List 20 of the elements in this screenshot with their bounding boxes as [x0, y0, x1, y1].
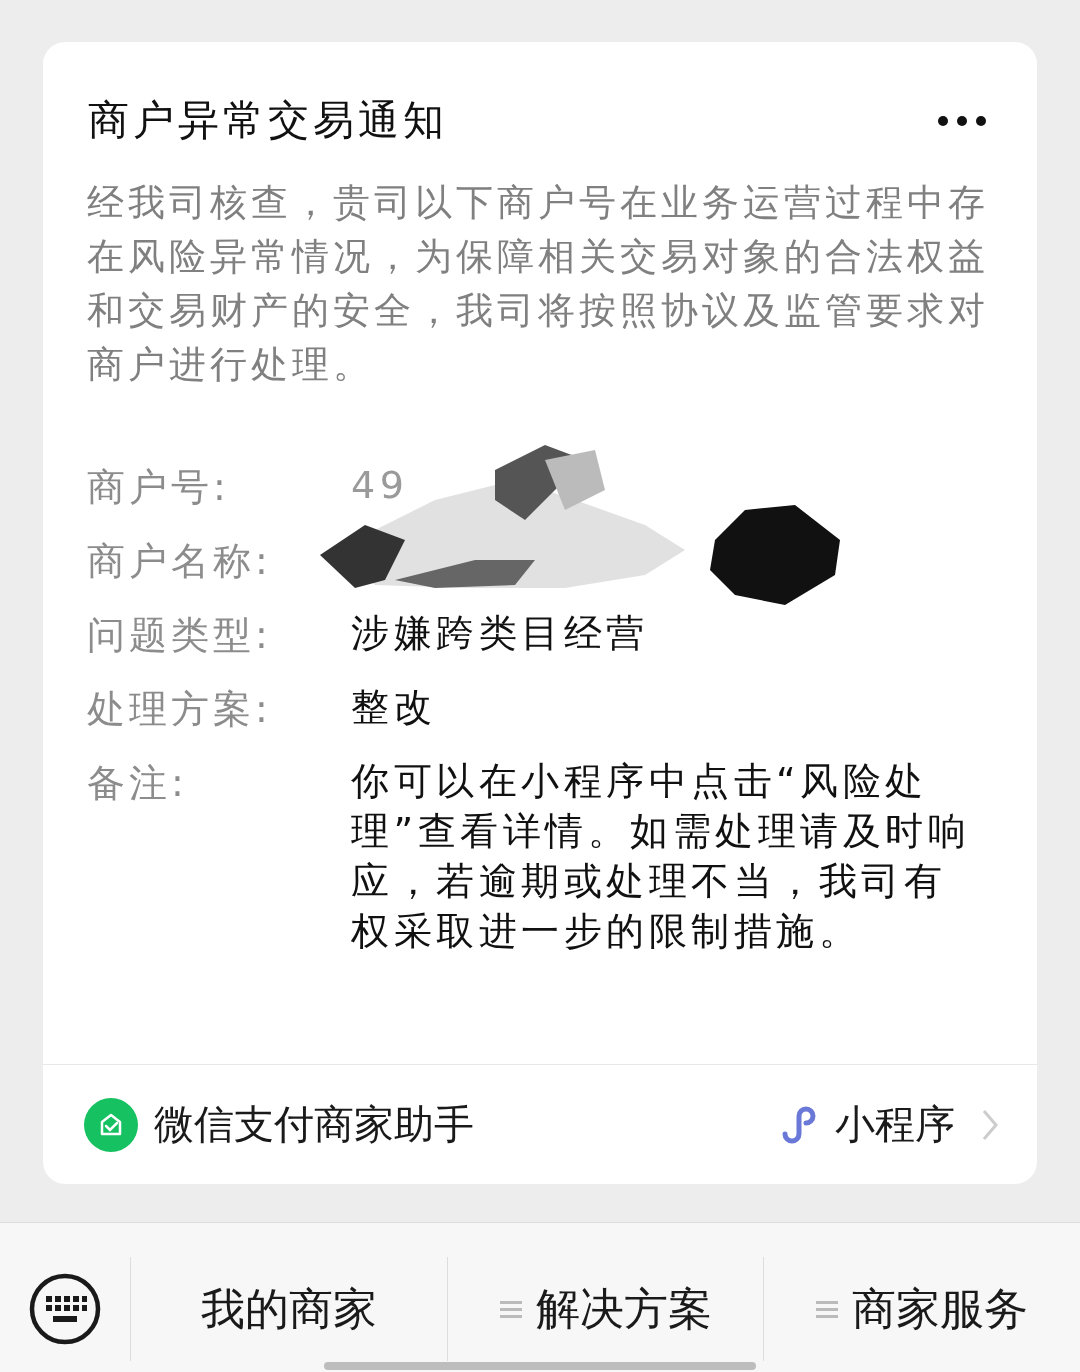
- menu-button[interactable]: 解决方案: [447, 1257, 765, 1361]
- more-icon[interactable]: [937, 114, 987, 128]
- menu-button[interactable]: 商家服务: [764, 1257, 1080, 1361]
- field-value: 你可以在小程序中点击“风险处理”查看详情。如需处理请及时响应，若逾期或处理不当，我司有权采取进一步的限制措施。: [351, 758, 971, 955]
- field-value: 涉嫌跨类目经营: [351, 610, 650, 657]
- field-label: 问题类型:: [87, 612, 273, 659]
- keyboard-icon[interactable]: [29, 1273, 101, 1345]
- field-label: 备注:: [87, 760, 189, 807]
- field-value: 49: [351, 462, 410, 509]
- source-name: 微信支付商家助手: [154, 1100, 475, 1149]
- field-label: 处理方案:: [87, 686, 273, 733]
- notice-text: 经我司核查，贵司以下商户号在业务运营过程中存在风险异常情况，为保障相关交易对象的合法权益和交易财产的安全，我司将按照协议及监管要求对商户进行处理。: [87, 180, 990, 388]
- merchant-assistant-icon: [84, 1097, 138, 1152]
- card-title: 商户异常交易通知: [88, 95, 448, 146]
- chevron-right-icon: [981, 1107, 999, 1142]
- field-label: 商户名称:: [87, 538, 273, 585]
- source-type: 小程序: [835, 1100, 955, 1149]
- field-value: 整改: [351, 684, 437, 731]
- menu-button[interactable]: 我的商家: [131, 1257, 448, 1361]
- field-label: 商户号:: [87, 464, 231, 511]
